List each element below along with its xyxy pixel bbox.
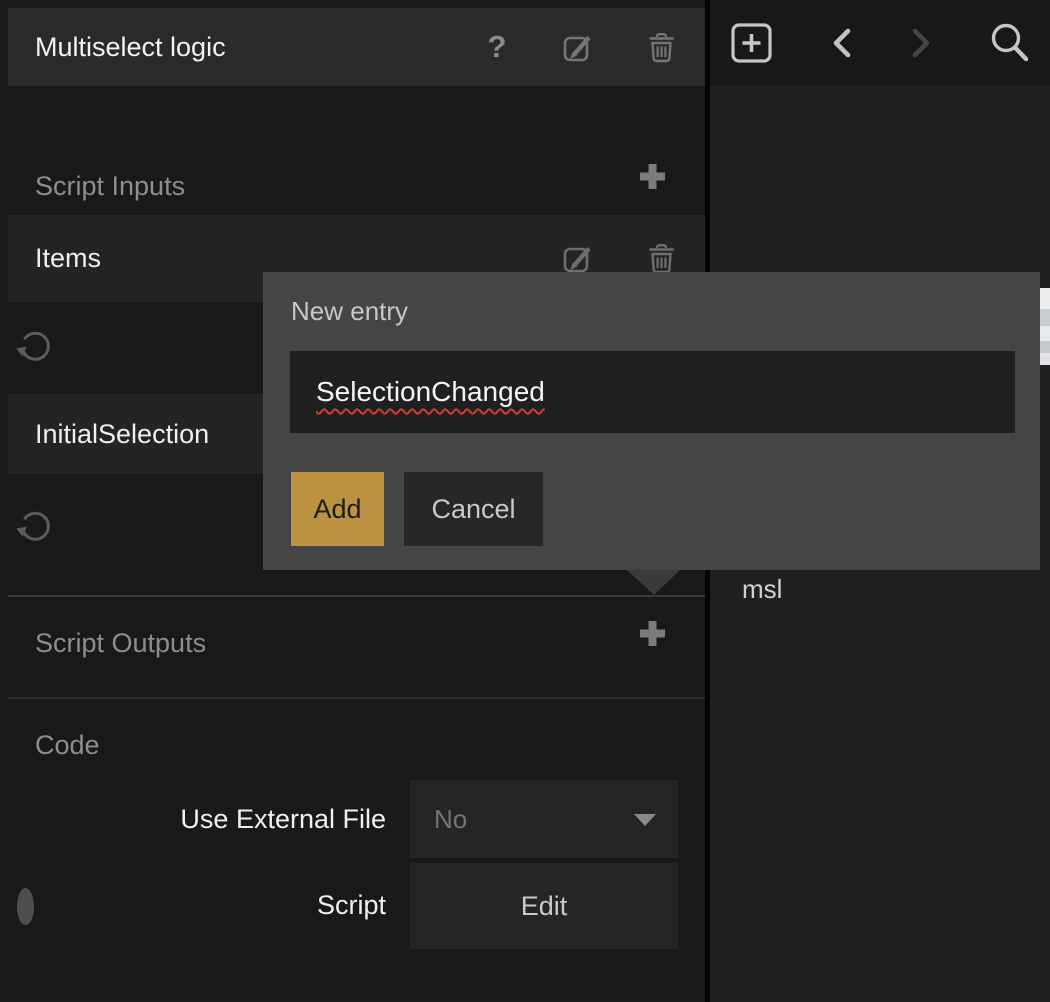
forward-button[interactable] xyxy=(896,0,944,85)
rotate-ccw-icon xyxy=(15,506,55,546)
edit-script-button-label: Edit xyxy=(521,891,568,922)
script-title: Multiselect logic xyxy=(35,8,226,86)
reset-default-button[interactable] xyxy=(15,506,55,546)
add-script-output-button[interactable] xyxy=(637,618,667,648)
search-button[interactable] xyxy=(982,0,1036,85)
new-item-button[interactable] xyxy=(724,0,778,85)
script-title-bar: Multiselect logic ? xyxy=(8,8,705,86)
app-screen: Multiselect logic ? xyxy=(0,0,1050,1002)
script-outputs-header: Script Outputs xyxy=(8,613,705,673)
rename-script-button[interactable] xyxy=(557,8,601,86)
entry-name-value: SelectionChanged xyxy=(316,376,545,408)
back-button[interactable] xyxy=(818,0,866,85)
browser-toolbar xyxy=(710,0,1050,85)
script-inputs-header: Script Inputs xyxy=(8,156,705,216)
chevron-right-icon xyxy=(907,27,934,59)
plus-icon xyxy=(638,619,667,648)
plus-icon xyxy=(638,162,667,191)
section-divider xyxy=(8,595,705,597)
trash-icon xyxy=(646,31,677,64)
entry-name-input[interactable]: SelectionChanged xyxy=(290,351,1015,433)
code-label: Code xyxy=(8,730,100,761)
cancel-button-label: Cancel xyxy=(431,494,515,525)
cancel-button[interactable]: Cancel xyxy=(404,472,543,546)
edit-icon xyxy=(562,242,597,275)
edit-script-button[interactable]: Edit xyxy=(410,863,678,949)
caret-down-icon xyxy=(634,814,656,826)
plus-box-icon xyxy=(731,23,772,63)
input-name: Items xyxy=(35,215,101,302)
input-name: InitialSelection xyxy=(35,394,209,474)
add-button-label: Add xyxy=(313,494,361,525)
script-outputs-label: Script Outputs xyxy=(8,628,206,659)
section-divider xyxy=(8,697,705,699)
popup-title: New entry xyxy=(291,296,408,327)
rotate-ccw-icon xyxy=(15,326,55,366)
edge-list-fragment xyxy=(1039,288,1050,365)
delete-script-button[interactable] xyxy=(639,8,683,86)
edit-icon xyxy=(562,31,597,64)
popup-pointer-caret xyxy=(627,570,680,595)
trash-icon xyxy=(646,242,677,275)
new-entry-popup: New entry SelectionChanged Add Cancel xyxy=(263,272,1040,570)
add-button[interactable]: Add xyxy=(291,472,384,546)
asset-item-msl[interactable]: msl xyxy=(710,565,1039,613)
add-script-input-button[interactable] xyxy=(637,161,667,191)
chevron-left-icon xyxy=(829,27,856,59)
reset-default-button[interactable] xyxy=(15,326,55,366)
use-external-file-dropdown[interactable]: No xyxy=(410,780,678,858)
code-header: Code xyxy=(8,715,705,775)
script-label: Script xyxy=(0,890,386,921)
use-external-file-label: Use External File xyxy=(0,804,386,835)
dropdown-selected-value: No xyxy=(434,780,467,858)
help-icon: ? xyxy=(488,29,507,65)
asset-item-label: msl xyxy=(710,574,782,605)
scroll-indicator[interactable] xyxy=(17,888,34,925)
script-inputs-label: Script Inputs xyxy=(8,171,185,202)
search-icon xyxy=(986,19,1033,66)
help-button[interactable]: ? xyxy=(475,8,519,86)
